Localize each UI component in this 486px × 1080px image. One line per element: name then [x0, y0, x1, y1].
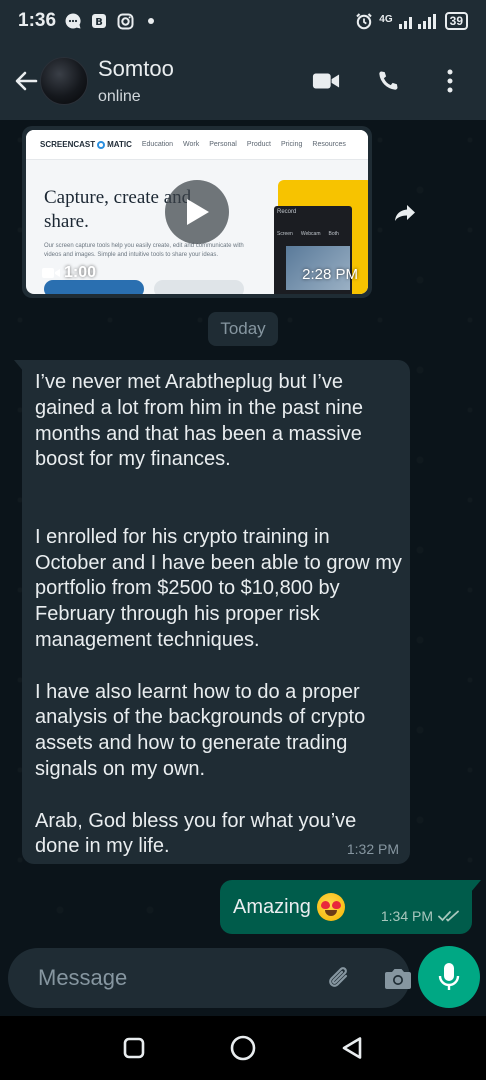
chat-header: Somtoo online	[0, 42, 486, 120]
thumbnail-button-primary	[44, 280, 144, 294]
recents-button[interactable]	[116, 1030, 152, 1066]
more-vert-icon	[447, 69, 453, 93]
double-check-icon	[438, 910, 459, 922]
attach-icon[interactable]	[326, 964, 354, 992]
message-bubble-icon	[64, 12, 82, 30]
incoming-message-bubble[interactable]: I’ve never met Arabtheplug but I’ve gain…	[14, 360, 410, 864]
network-type: 4G	[379, 14, 393, 25]
video-call-button[interactable]	[312, 67, 340, 95]
battery-icon: 39	[444, 12, 468, 30]
contact-avatar[interactable]	[40, 57, 88, 105]
video-call-icon	[312, 73, 340, 89]
outgoing-message-time: 1:34 PM	[380, 908, 433, 924]
voice-call-icon	[379, 71, 398, 90]
contact-info[interactable]: Somtoo online	[98, 56, 174, 106]
thumbnail-nav: SCREENCAST MATIC Education Work Personal …	[26, 130, 368, 160]
video-camera-icon	[42, 268, 60, 278]
back-button[interactable]	[12, 67, 40, 95]
back-arrow-icon	[15, 71, 38, 91]
message-composer	[8, 948, 412, 1008]
incoming-message-time: 1:32 PM	[346, 841, 399, 857]
camera-icon[interactable]	[384, 966, 412, 990]
alarm-icon	[355, 12, 373, 30]
heart-eyes-emoji-icon	[316, 893, 345, 921]
instagram-icon	[116, 12, 134, 30]
contact-name: Somtoo	[98, 56, 174, 81]
app-b-icon: B	[90, 12, 108, 30]
play-button[interactable]	[165, 180, 229, 244]
triangle-back-icon	[342, 1037, 361, 1059]
video-thumbnail[interactable]: SCREENCAST MATIC Education Work Personal …	[26, 130, 368, 294]
mic-icon	[438, 963, 460, 990]
more-options-button[interactable]	[436, 67, 464, 95]
outgoing-message-text: Amazing	[233, 895, 311, 918]
forward-icon	[395, 205, 415, 221]
dot-icon	[142, 12, 160, 30]
system-nav-bar	[0, 1016, 486, 1080]
forward-button[interactable]	[392, 200, 418, 226]
status-bar: 1:36 B 4G 39	[0, 0, 486, 42]
chat-area[interactable]: SCREENCAST MATIC Education Work Personal …	[0, 120, 486, 938]
thumbnail-description: Our screen capture tools help you easily…	[44, 243, 244, 258]
thumbnail-logo: SCREENCAST MATIC	[40, 140, 132, 149]
thumbnail-button-secondary	[154, 280, 244, 294]
play-icon	[187, 199, 209, 225]
signal-icon	[398, 12, 439, 30]
message-input[interactable]	[38, 965, 326, 991]
mic-button[interactable]	[418, 946, 480, 1008]
status-time: 1:36	[18, 10, 57, 31]
video-message-time: 2:28 PM	[302, 266, 358, 283]
date-chip: Today	[208, 312, 278, 346]
home-button[interactable]	[225, 1030, 261, 1066]
circle-icon	[230, 1035, 256, 1061]
back-nav-button[interactable]	[334, 1030, 370, 1066]
contact-status: online	[98, 88, 141, 105]
incoming-message-text: I’ve never met Arabtheplug but I’ve gain…	[35, 371, 402, 858]
video-message-bubble[interactable]: SCREENCAST MATIC Education Work Personal …	[22, 126, 372, 298]
square-icon	[124, 1037, 145, 1059]
voice-call-button[interactable]	[374, 67, 402, 95]
video-duration: 1:00	[42, 264, 96, 282]
outgoing-message-bubble[interactable]: Amazing 1:34 PM	[220, 880, 481, 934]
svg-text:B: B	[95, 17, 103, 28]
